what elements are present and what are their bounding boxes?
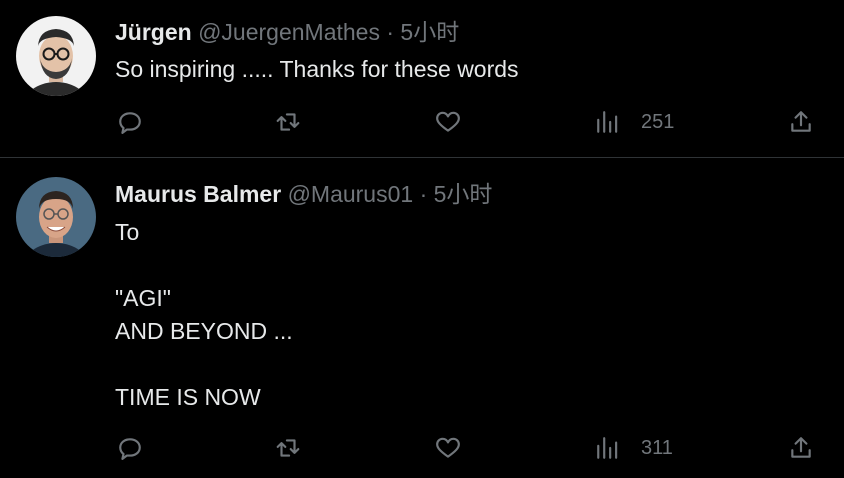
avatar-glasses-beard-icon xyxy=(16,16,96,96)
avatar-glasses-smiling-icon xyxy=(16,177,96,257)
tweet[interactable]: Maurus Balmer @Maurus01 · 5小时 To "AGI" A… xyxy=(0,158,844,478)
reply-button[interactable] xyxy=(117,433,143,463)
views-button[interactable]: 311 xyxy=(595,433,673,463)
tweet-header: Maurus Balmer @Maurus01 · 5小时 xyxy=(115,179,492,209)
author-handle[interactable]: @JuergenMathes xyxy=(198,19,380,45)
share-icon xyxy=(791,111,811,132)
like-button[interactable] xyxy=(435,107,461,137)
author-name[interactable]: Maurus Balmer xyxy=(115,181,281,207)
avatar[interactable] xyxy=(16,177,96,257)
separator: · xyxy=(386,19,395,45)
retweet-icon xyxy=(276,439,300,457)
author-name[interactable]: Jürgen xyxy=(115,19,192,45)
like-button[interactable] xyxy=(435,433,461,463)
retweet-icon xyxy=(276,113,300,131)
separator: · xyxy=(419,181,428,207)
views-count: 311 xyxy=(641,436,673,459)
reply-button[interactable] xyxy=(117,107,143,137)
avatar[interactable] xyxy=(16,16,96,96)
reply-icon xyxy=(119,112,141,134)
heart-icon xyxy=(436,111,460,132)
views-button[interactable]: 251 xyxy=(595,107,674,137)
action-bar: 251 xyxy=(115,107,815,137)
heart-icon xyxy=(436,437,460,458)
author-handle[interactable]: @Maurus01 xyxy=(288,181,414,207)
timestamp[interactable]: 5小时 xyxy=(400,19,459,45)
share-button[interactable] xyxy=(788,433,814,463)
tweet-text: To "AGI" AND BEYOND ... TIME IS NOW xyxy=(115,219,293,410)
tweet-header: Jürgen @JuergenMathes · 5小时 xyxy=(115,17,459,47)
action-bar: 311 xyxy=(115,433,815,463)
tweet-text: So inspiring ..... Thanks for these word… xyxy=(115,56,519,82)
retweet-button[interactable] xyxy=(275,433,301,463)
reply-icon xyxy=(119,438,141,460)
views-icon xyxy=(597,111,618,133)
timestamp[interactable]: 5小时 xyxy=(434,181,493,207)
views-icon xyxy=(597,437,618,459)
share-icon xyxy=(791,437,811,458)
retweet-button[interactable] xyxy=(275,107,301,137)
share-button[interactable] xyxy=(788,107,814,137)
views-count: 251 xyxy=(641,110,675,133)
tweet[interactable]: Jürgen @JuergenMathes · 5小时 So inspiring… xyxy=(0,0,844,158)
